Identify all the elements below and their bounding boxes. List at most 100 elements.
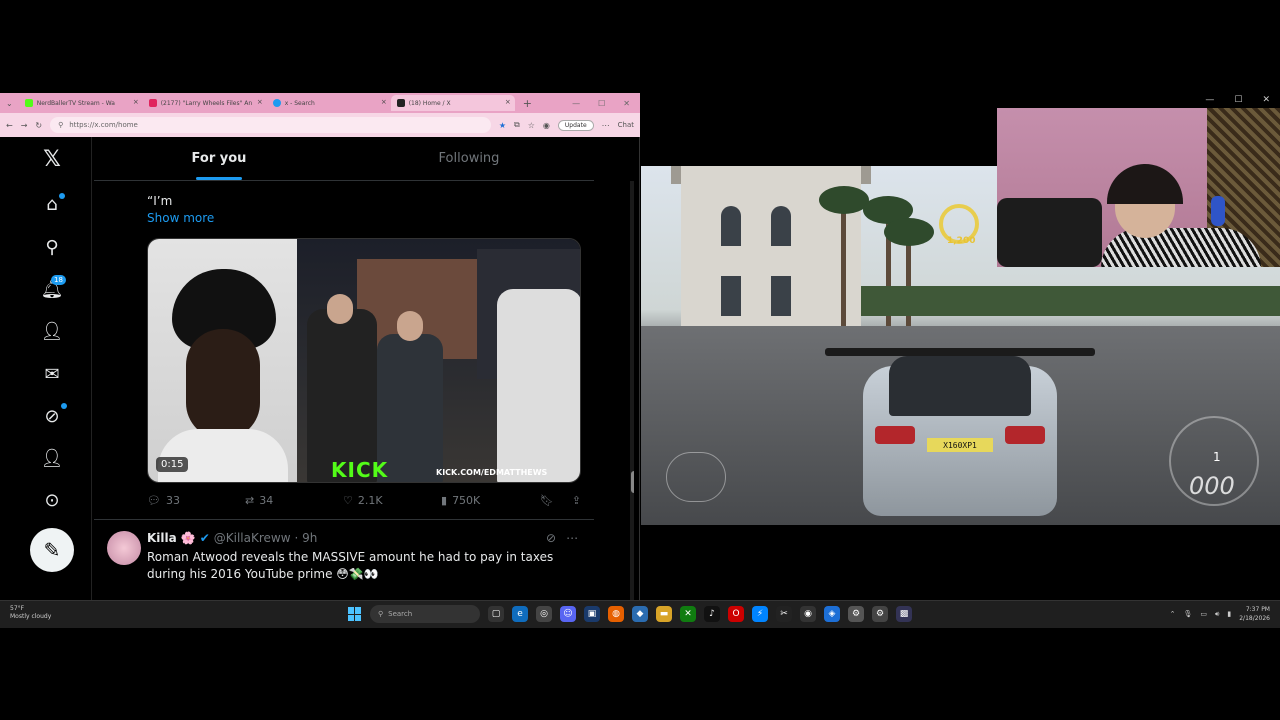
like-button[interactable]: ♡ 2.1K [343,494,441,507]
minimap [666,452,726,502]
steam-icon[interactable]: ⚙ [848,606,864,622]
opera-icon[interactable]: O [728,606,744,622]
repost-button[interactable]: ⇄ 34 [245,494,343,507]
close-window-icon[interactable]: ✕ [623,99,630,108]
desktop: ⌄ NerdBallerTV Stream - Wa × (2177) "Larr… [0,0,1280,720]
taskbar-search[interactable]: ⚲ Search [370,605,480,623]
close-icon[interactable]: × [381,98,387,106]
like-count: 2.1K [357,494,383,507]
tab-label: (18) Home / X [408,99,451,107]
tab-following[interactable]: Following [344,137,594,180]
tab-list-chevron-icon[interactable]: ⌄ [0,99,19,108]
x-logo-icon[interactable]: 𝕏 [40,147,64,172]
views-button[interactable]: ▮ 750K [441,494,539,507]
webcam-overlay [997,108,1280,267]
profile-icon[interactable]: ◉ [543,121,550,130]
start-button[interactable] [348,607,362,621]
forward-icon[interactable]: → [21,121,28,130]
post-video[interactable]: 0:15 KICK KICK.COM/EDMATTHEWS [147,238,581,483]
more-circle-icon[interactable]: ⊙ [40,488,64,512]
post-text: Roman Atwood reveals the MASSIVE amount … [147,550,554,581]
firefox-icon[interactable]: ◍ [608,606,624,622]
settings-gear-icon[interactable]: ⚙ [872,606,888,622]
network-icon[interactable]: ▭ [1200,610,1207,618]
minimize-icon[interactable]: — [572,99,580,108]
maximize-icon[interactable]: ☐ [1234,95,1242,105]
grok-icon[interactable]: ⊘ [546,531,556,545]
capcut-icon[interactable]: ✂ [776,606,792,622]
close-icon[interactable]: × [133,98,139,106]
street-video-frame [297,239,580,482]
app-icon[interactable]: ▩ [896,606,912,622]
reply-count: 33 [165,494,180,507]
grok-icon[interactable]: ⊘ [40,404,64,428]
vpn-icon[interactable]: ◈ [824,606,840,622]
taskbar: 57°F Mostly cloudy ⚲ Search ▢ e ◎ ☺ ▣ ◍ ◆… [0,600,1280,628]
close-window-icon[interactable]: ✕ [1262,95,1270,105]
post-time[interactable]: · 9h [295,531,318,545]
close-icon[interactable]: × [505,98,511,106]
scrollbar-thumb[interactable] [631,471,634,493]
tiktok-icon[interactable]: ♪ [704,606,720,622]
close-icon[interactable]: × [257,98,263,106]
battery-icon[interactable]: ▮ [1227,610,1231,618]
window-controls: — ☐ ✕ [1205,95,1270,105]
volume-icon[interactable]: 🔊︎ [1215,610,1219,619]
kick-icon [24,99,33,107]
reply-button[interactable]: 💬︎ 33 [147,494,245,507]
game-window: — ☐ ✕ X160XP1 1,200 1 000 [641,93,1280,600]
new-tab-plus-icon[interactable]: + [515,97,540,110]
maximize-icon[interactable]: ☐ [598,99,605,108]
clock[interactable]: 7:37 PM 2/18/2026 [1239,605,1270,623]
store-icon[interactable]: ▣ [584,606,600,622]
url-text: https://x.com/home [69,121,138,129]
profile-person-icon[interactable]: 👤︎ [40,446,64,470]
scrollbar[interactable] [630,181,634,600]
app-icon[interactable]: ◆ [632,606,648,622]
chevron-up-icon[interactable]: ⌃ [1170,610,1176,618]
bookmark-icon[interactable]: 🔖︎ [540,494,554,507]
file-explorer-icon[interactable]: ▬ [656,606,672,622]
site-info-icon[interactable]: ⚲ [58,121,63,129]
copilot-chat-button[interactable]: Chat [618,121,634,129]
weather-widget[interactable]: 57°F Mostly cloudy [10,605,51,621]
minimize-icon[interactable]: — [1205,95,1214,105]
edge-icon[interactable]: e [512,606,528,622]
favorite-star-icon[interactable]: ★ [499,121,506,130]
microphone-icon[interactable]: 🎙︎ [1183,610,1192,618]
extensions-icon[interactable]: ⧉ [514,120,520,130]
xbox-icon[interactable]: ✕ [680,606,696,622]
system-tray: ⌃ 🎙︎ ▭ 🔊︎ ▮ 7:37 PM 2/18/2026 [1170,605,1270,623]
avatar[interactable] [107,531,141,565]
tab-x-search[interactable]: x - Search × [267,95,391,111]
post-header: Killa 🌸 ✔ @KillaKreww · 9h [147,531,317,545]
post-action-bar: 💬︎ 33 ⇄ 34 ♡ 2.1K ▮ 750K 🔖︎ ⇪ [147,494,581,507]
tab-for-you[interactable]: For you [94,137,344,180]
address-bar[interactable]: ⚲ https://x.com/home [50,117,491,133]
discord-icon[interactable]: ☺ [560,606,576,622]
more-dots-icon[interactable]: ⋯ [566,531,578,545]
more-icon[interactable]: ⋯ [602,121,610,130]
messenger-icon[interactable]: ⚡ [752,606,768,622]
chrome-icon[interactable]: ◎ [536,606,552,622]
tab-x-home[interactable]: (18) Home / X × [390,95,515,111]
compose-post-button[interactable]: ✎ [30,528,74,572]
author-name[interactable]: Killa [147,531,177,545]
task-view-icon[interactable]: ▢ [488,606,504,622]
follow-person-plus-icon[interactable]: 👤︎ [40,319,64,343]
messages-envelope-icon[interactable]: ✉ [40,362,64,386]
author-handle[interactable]: @KillaKreww [214,531,291,545]
share-icon[interactable]: ⇪ [572,494,581,507]
post-divider [94,519,594,520]
favorites-icon[interactable]: ☆ [528,121,535,130]
obs-icon[interactable]: ◉ [800,606,816,622]
update-button[interactable]: Update [557,119,594,131]
refresh-icon[interactable]: ↻ [35,121,42,130]
back-icon[interactable]: ← [6,121,13,130]
skill-score: 1,200 [947,236,976,246]
explore-search-icon[interactable]: ⚲ [40,235,64,259]
show-more-link[interactable]: Show more [147,211,214,225]
tab-larry-wheels[interactable]: (2177) "Larry Wheels Files" An × [143,95,267,111]
tab-nerdballer[interactable]: NerdBallerTV Stream - Wa × [19,95,143,111]
grok-new-dot [61,403,67,409]
